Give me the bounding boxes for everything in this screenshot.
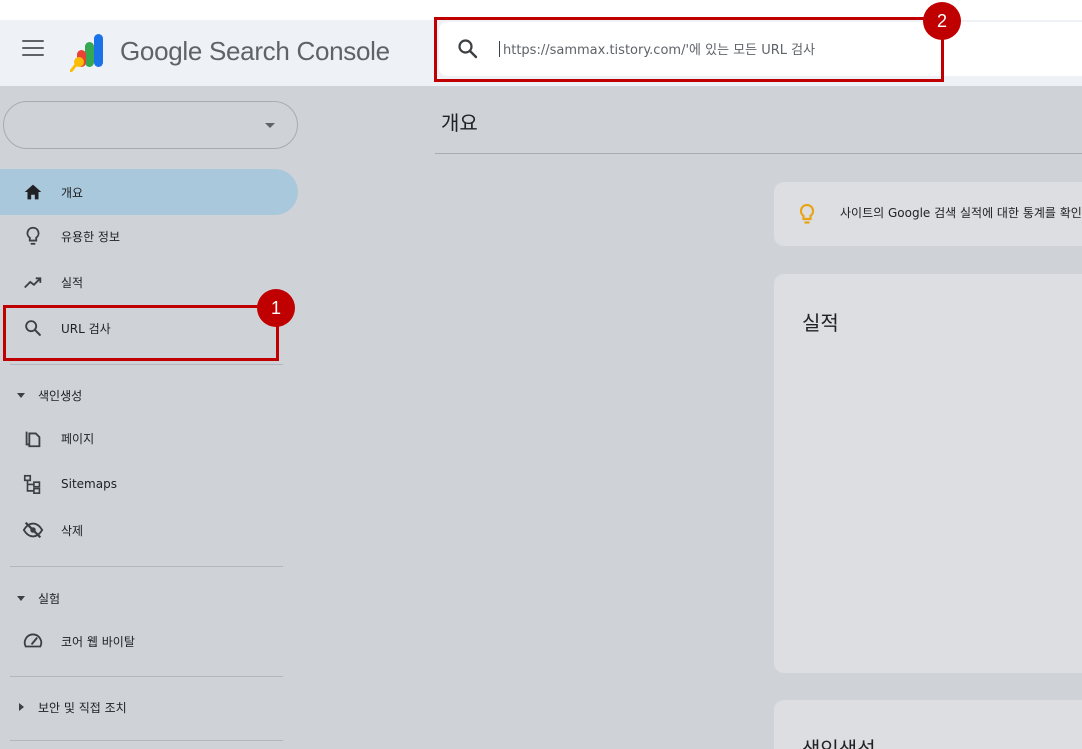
home-icon (24, 184, 42, 200)
pages-icon (25, 431, 41, 448)
sidebar-item-label: 실적 (61, 275, 84, 290)
sidebar-item-label: 코어 웹 바이탈 (61, 634, 135, 649)
sidebar-section-security[interactable]: 보안 및 직접 조치 (0, 692, 298, 722)
tip-text: 사이트의 Google 검색 실적에 대한 통계를 확인하 (840, 206, 1082, 220)
sidebar-item-overview[interactable]: 개요 (0, 169, 298, 215)
trending-up-icon (24, 277, 42, 289)
sidebar-item-core-web-vitals[interactable]: 코어 웹 바이탈 (0, 618, 298, 664)
sidebar-item-removals[interactable]: 삭제 (0, 507, 298, 553)
annotation-badge-1: 1 (257, 289, 295, 327)
eye-off-icon (22, 521, 44, 539)
lightbulb-icon (799, 203, 815, 224)
sidebar-divider (10, 566, 283, 567)
lightbulb-icon (26, 226, 40, 245)
sidebar-divider (10, 364, 283, 365)
page-title: 개요 (441, 111, 478, 135)
sidebar-item-label: Sitemaps (61, 477, 117, 491)
section-label: 보안 및 직접 조치 (38, 701, 127, 715)
speed-gauge-icon (23, 633, 43, 648)
property-selector[interactable] (3, 101, 298, 149)
annotation-badge-2: 2 (923, 2, 961, 40)
sidebar-item-label: 페이지 (61, 431, 95, 446)
highlight-box-2 (434, 17, 944, 82)
app-title: Google Search Console (120, 36, 390, 66)
caret-down-icon (17, 393, 25, 398)
sidebar-divider (10, 740, 283, 741)
indexing-card-title: 색인생성 (802, 737, 876, 749)
search-console-logo (70, 34, 103, 72)
sidebar-item-pages[interactable]: 페이지 (0, 415, 298, 461)
title-divider (435, 153, 1082, 154)
hamburger-menu-icon[interactable] (22, 40, 44, 58)
sidebar-item-insights[interactable]: 유용한 정보 (0, 213, 298, 259)
sidebar-item-performance[interactable]: 실적 (0, 259, 298, 305)
sidebar-section-experiments[interactable]: 실험 (0, 583, 298, 613)
chevron-down-icon (265, 123, 275, 128)
sidebar-section-indexing[interactable]: 색인생성 (0, 380, 298, 410)
caret-right-icon (19, 703, 24, 711)
section-label: 색인생성 (38, 389, 83, 403)
highlight-box-1 (3, 305, 279, 361)
section-label: 실험 (38, 592, 61, 606)
sidebar-item-label: 개요 (61, 185, 84, 200)
sidebar-divider (10, 676, 283, 677)
sidebar-item-label: 유용한 정보 (61, 229, 121, 244)
sidebar-item-label: 삭제 (61, 523, 84, 538)
performance-card-title: 실적 (802, 311, 839, 335)
sitemap-icon (23, 474, 41, 494)
caret-down-icon (17, 596, 25, 601)
sidebar-item-sitemaps[interactable]: Sitemaps (0, 461, 298, 507)
